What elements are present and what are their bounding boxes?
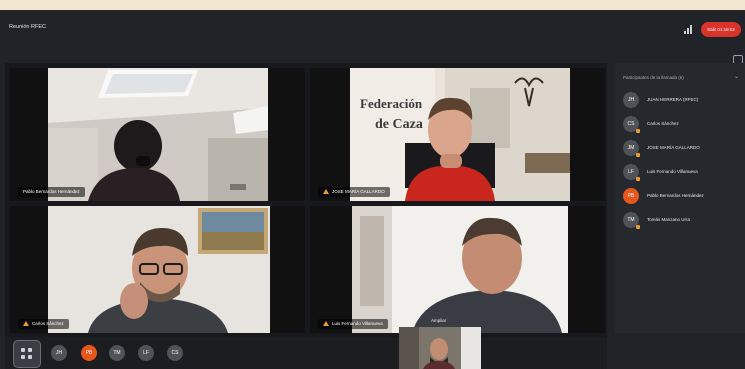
muted-mic-icon — [323, 189, 329, 195]
participant-name-label: JOSE MARÍA GALLARDO — [318, 187, 390, 197]
participant-name-label: Pablo Bernardos Hernández — [18, 187, 85, 197]
video-tile-carlos[interactable]: Carlos Sánchez — [10, 206, 305, 333]
top-bar: Reunión RFEC Salir 01:18:02 — [0, 10, 745, 50]
muted-mic-icon — [23, 321, 29, 327]
participant-item[interactable]: PB Pablo Bernardos Hernández — [623, 188, 741, 204]
participant-name-label: Carlos Sánchez — [18, 319, 69, 329]
avatar[interactable]: LF — [138, 345, 154, 361]
participant-name: Pablo Bernardos Hernández — [647, 193, 704, 198]
tooltip: Ampliar — [427, 316, 451, 325]
participant-name: JUAN HERRERA (RFEC) — [647, 97, 699, 102]
grid-view-icon[interactable] — [13, 340, 41, 368]
self-view-video[interactable] — [399, 327, 481, 369]
video-feed: Federación de Caza — [350, 68, 570, 201]
avatar: LF — [623, 164, 640, 181]
wall-sign-text: Federación — [360, 96, 423, 111]
avatar[interactable]: JH — [51, 345, 67, 361]
video-grid: Pablo Bernardos Hernández Federación de … — [5, 63, 607, 338]
avatar: JH — [623, 92, 639, 108]
avatar: PB — [623, 188, 639, 204]
participant-item[interactable]: TM Tomás Manzano Urra — [623, 212, 741, 229]
muted-mic-icon — [636, 225, 640, 229]
participant-name-label: Luis Fernando Villanueva — [318, 319, 388, 329]
video-feed — [48, 206, 270, 333]
leave-button[interactable]: Salir 01:18:02 — [701, 22, 741, 37]
avatar: TM — [623, 212, 640, 229]
video-feed — [352, 206, 568, 333]
participant-item[interactable]: LF Luis Fernando Villanueva — [623, 164, 741, 181]
avatar: JM — [623, 140, 640, 157]
participant-item[interactable]: JH JUAN HERRERA (RFEC) — [623, 92, 741, 108]
muted-mic-icon — [636, 129, 640, 133]
muted-mic-icon — [323, 321, 329, 327]
participant-item[interactable]: JM JOSE MARÍA GALLARDO — [623, 140, 741, 157]
bottom-bar: JH PB TM LF CS — [5, 337, 607, 369]
avatar[interactable]: CS — [167, 345, 183, 361]
participant-name: Luis Fernando Villanueva — [647, 169, 698, 174]
avatar[interactable]: PB — [81, 345, 97, 361]
chevron-down-icon[interactable]: ⌄ — [734, 73, 739, 80]
avatar[interactable]: TM — [109, 345, 125, 361]
participants-panel-title: Participantes de la llamada (6) — [623, 75, 684, 80]
video-tile-luis-fernando[interactable]: Luis Fernando Villanueva — [310, 206, 605, 333]
svg-text:de Caza: de Caza — [375, 117, 423, 132]
video-tile-jose-maria[interactable]: Federación de Caza JOSE MARÍA GALLARDO — [310, 68, 605, 201]
video-feed — [48, 68, 268, 201]
participant-name: Carlos Sánchez — [647, 121, 679, 126]
meeting-title: Reunión RFEC — [9, 24, 46, 30]
video-tile-pablo[interactable]: Pablo Bernardos Hernández — [10, 68, 305, 201]
signal-icon — [684, 24, 694, 34]
muted-mic-icon — [636, 177, 640, 181]
participants-panel: Participantes de la llamada (6) ⌄ JH JUA… — [615, 63, 745, 333]
meeting-app: Reunión RFEC Salir 01:18:02 Pablo Bernar… — [0, 10, 745, 369]
participant-name: Tomás Manzano Urra — [647, 217, 691, 222]
participant-item[interactable]: CS Carlos Sánchez — [623, 116, 741, 133]
avatar: CS — [623, 116, 640, 133]
participant-name: JOSE MARÍA GALLARDO — [647, 145, 700, 150]
muted-mic-icon — [636, 153, 640, 157]
